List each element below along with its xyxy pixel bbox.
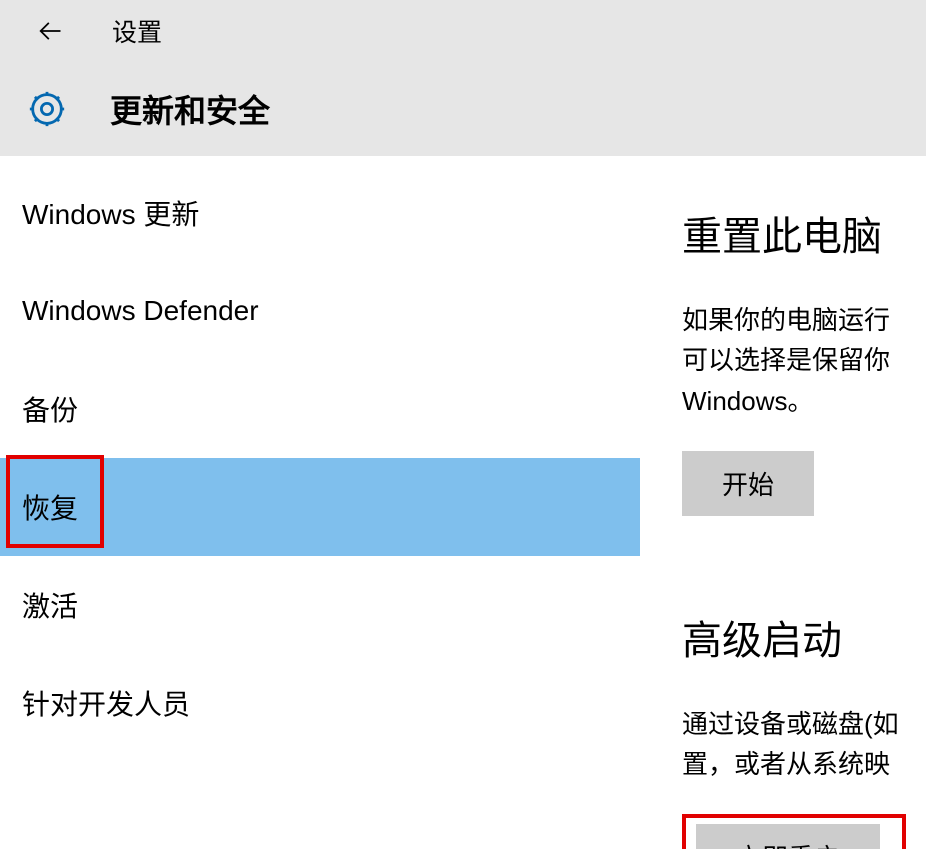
content-area: Windows 更新 Windows Defender 备份 恢复 激活 针对开…	[0, 156, 926, 849]
back-icon[interactable]	[34, 15, 66, 47]
body-line: 如果你的电脑运行	[682, 305, 890, 335]
sidebar-item-label: 备份	[22, 389, 78, 429]
settings-title: 设置	[112, 13, 162, 49]
category-title: 更新和安全	[110, 86, 270, 132]
sidebar-item-label: Windows Defender	[22, 295, 259, 327]
body-line: Windows。	[682, 386, 813, 416]
settings-header: 设置 更新和安全	[0, 0, 926, 156]
section-advanced-startup: 高级启动 通过设备或磁盘(如 置，或者从系统映 立即重启	[682, 608, 926, 849]
sidebar-item-label: 恢复	[22, 487, 78, 527]
sidebar-item-windows-update[interactable]: Windows 更新	[0, 164, 640, 262]
sidebar-item-activation[interactable]: 激活	[0, 556, 640, 654]
main-panel: 重置此电脑 如果你的电脑运行 可以选择是保留你 Windows。 开始 高级启动…	[640, 156, 926, 849]
sidebar-item-recovery[interactable]: 恢复	[0, 458, 640, 556]
sidebar-item-label: 针对开发人员	[22, 683, 190, 723]
category-bar: 更新和安全	[0, 62, 926, 156]
sidebar-item-label: Windows 更新	[22, 193, 199, 233]
body-line: 置，或者从系统映	[682, 749, 890, 779]
top-bar: 设置	[0, 0, 926, 62]
section-reset-pc: 重置此电脑 如果你的电脑运行 可以选择是保留你 Windows。 开始	[682, 204, 926, 516]
section-body: 如果你的电脑运行 可以选择是保留你 Windows。	[682, 300, 926, 421]
sidebar-item-windows-defender[interactable]: Windows Defender	[0, 262, 640, 360]
section-heading: 重置此电脑	[682, 204, 926, 262]
section-heading: 高级启动	[682, 608, 926, 666]
gear-icon	[26, 88, 68, 130]
start-reset-button[interactable]: 开始	[682, 451, 814, 516]
restart-now-button[interactable]: 立即重启	[696, 824, 880, 849]
body-line: 通过设备或磁盘(如	[682, 709, 899, 739]
section-body: 通过设备或磁盘(如 置，或者从系统映	[682, 704, 926, 785]
body-line: 可以选择是保留你	[682, 345, 890, 375]
restart-button-highlight-wrap: 立即重启	[682, 814, 906, 849]
sidebar-item-label: 激活	[22, 585, 78, 625]
sidebar: Windows 更新 Windows Defender 备份 恢复 激活 针对开…	[0, 156, 640, 849]
sidebar-item-for-developers[interactable]: 针对开发人员	[0, 654, 640, 752]
sidebar-item-backup[interactable]: 备份	[0, 360, 640, 458]
